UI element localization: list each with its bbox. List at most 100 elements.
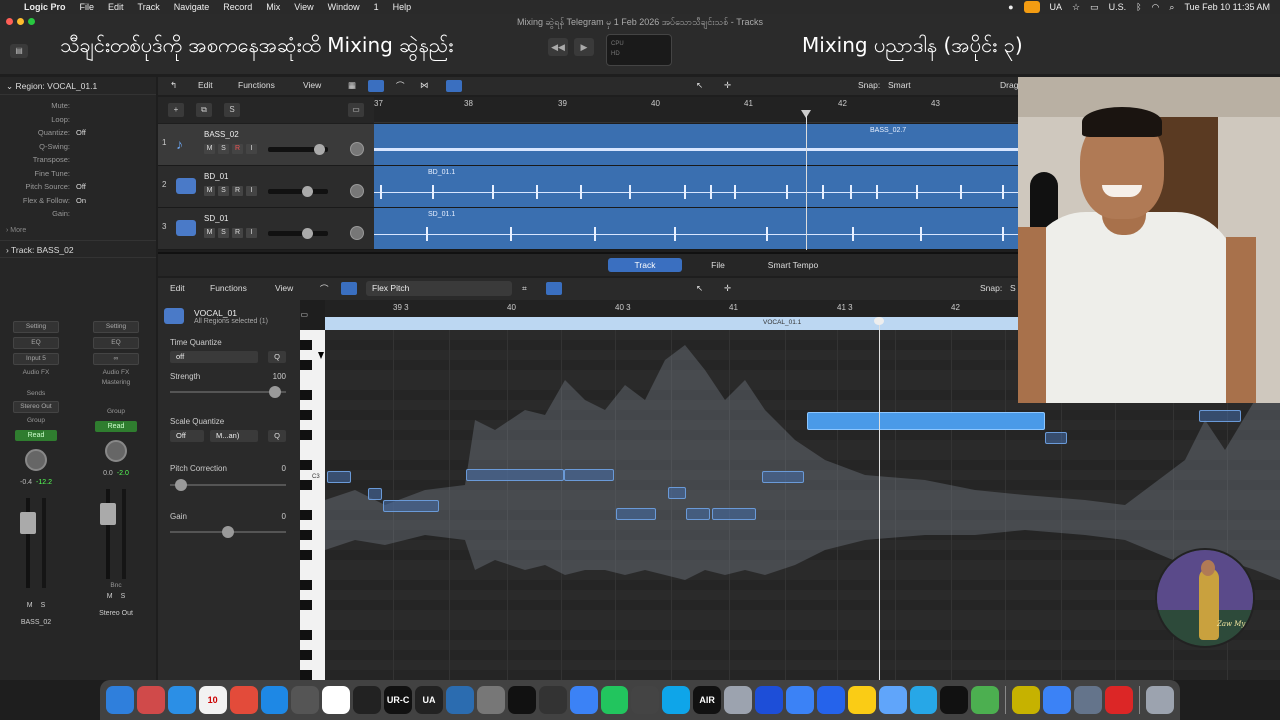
track-header-bass[interactable]: 1 ♪ BASS_02 M S R I (158, 124, 374, 166)
piano-black-key[interactable] (300, 390, 312, 400)
snap-dropdown[interactable]: Smart (888, 80, 911, 90)
pitch-note[interactable] (762, 471, 804, 483)
piano-black-key[interactable] (300, 580, 312, 590)
dock-ua-icon[interactable]: UA (415, 686, 443, 714)
param-flex-follow[interactable]: Flex & Follow: On (0, 194, 156, 208)
ua-menu[interactable]: UA (1050, 2, 1063, 12)
editor-ruler[interactable]: 39 3 40 40 3 41 41 3 42 (325, 300, 1018, 317)
piano-black-key[interactable] (300, 460, 312, 470)
setting-button[interactable]: Setting (13, 321, 59, 333)
editor-playhead-marker[interactable] (874, 317, 884, 325)
region-bd[interactable]: BD_01.1 (374, 166, 1018, 208)
param-quantize[interactable]: Quantize: Off (0, 126, 156, 140)
track-inspector-header[interactable]: › Track: BASS_02 (0, 239, 156, 258)
scale-quantize-off-dropdown[interactable]: Off (170, 430, 204, 442)
dock-chrome-icon[interactable] (229, 686, 258, 714)
piano-keyboard[interactable]: C3 (300, 330, 325, 680)
bluetooth-icon[interactable]: ᛒ (1136, 2, 1141, 12)
editor-playhead[interactable] (879, 317, 880, 680)
input-monitor-button[interactable]: I (246, 186, 257, 196)
menu-record[interactable]: Record (223, 2, 252, 12)
time-quantize-q-button[interactable]: Q (268, 351, 286, 363)
dock-disk-icon[interactable] (724, 686, 753, 714)
bounce-button[interactable]: Bnc (86, 582, 146, 589)
dock-calculator-icon[interactable] (291, 686, 320, 714)
global-tracks-icon[interactable]: ▭ (348, 103, 364, 117)
more-disclosure[interactable]: › More (0, 227, 156, 234)
param-loop[interactable]: Loop: (0, 113, 156, 127)
volume-fader[interactable] (96, 489, 136, 579)
solo-button[interactable]: S (121, 593, 126, 600)
dock-cloud-icon[interactable] (600, 686, 629, 714)
track-header-sd[interactable]: 3 SD_01 M S R I (158, 208, 374, 250)
strength-slider-knob[interactable] (268, 386, 281, 398)
pan-knob[interactable] (25, 449, 47, 471)
volume-knob[interactable] (302, 228, 313, 239)
record-dot-icon[interactable]: ● (1008, 2, 1013, 12)
region-bass[interactable]: BASS_02.7 (374, 124, 1018, 166)
param-q-swing[interactable]: Q-Swing: (0, 140, 156, 154)
pitch-correction-slider[interactable] (170, 479, 286, 491)
pitch-note[interactable] (383, 500, 439, 512)
menu-app-name[interactable]: Logic Pro (24, 2, 66, 12)
mastering-label[interactable]: Mastering (86, 379, 146, 386)
menu-mix[interactable]: Mix (266, 2, 280, 12)
dock-app-store-icon[interactable] (260, 686, 289, 714)
functions-menu[interactable]: Functions (210, 283, 247, 293)
pan-knob[interactable] (350, 184, 364, 198)
fader-cap[interactable] (20, 512, 36, 534)
dock-messenger-icon[interactable] (569, 686, 598, 714)
volume-fader[interactable] (16, 498, 56, 588)
dock-winamp-icon[interactable] (1012, 686, 1041, 714)
play-icon[interactable]: ▶ (574, 38, 594, 56)
dock-ur-c-icon[interactable]: UR-C (384, 686, 413, 714)
region-sd[interactable]: SD_01.1 (374, 208, 1018, 250)
pointer-tool-icon[interactable]: ↖ (696, 80, 703, 91)
mute-button[interactable]: M (204, 186, 215, 196)
mute-button[interactable]: M (204, 228, 215, 238)
mute-button[interactable]: M (27, 602, 33, 609)
strength-slider[interactable] (170, 386, 286, 398)
menu-help[interactable]: Help (393, 2, 412, 12)
dock-midi-icon[interactable] (940, 686, 969, 714)
playhead[interactable] (806, 115, 807, 250)
param-gain[interactable]: Gain: (0, 207, 156, 221)
dock-utorrent-icon[interactable] (971, 686, 1000, 714)
mute-button[interactable]: M (204, 144, 215, 154)
volume-knob[interactable] (302, 186, 313, 197)
dock-launchpad-icon[interactable] (136, 686, 165, 714)
duplicate-track-button[interactable]: ⧉ (196, 103, 212, 117)
setting-button[interactable]: Setting (93, 321, 139, 333)
menu-navigate[interactable]: Navigate (174, 2, 210, 12)
tab-smart-tempo[interactable]: Smart Tempo (758, 258, 828, 272)
piano-black-key[interactable] (300, 430, 312, 440)
catch-icon[interactable] (546, 282, 562, 295)
audio-fx-label[interactable]: Audio FX (6, 369, 66, 376)
search-icon[interactable]: ⌕ (1169, 2, 1174, 13)
pitch-note[interactable] (327, 471, 351, 483)
midi-in-icon[interactable]: ⌗ (522, 283, 527, 294)
gain-slider-knob[interactable] (222, 526, 234, 538)
input-monitor-button[interactable]: I (246, 144, 257, 154)
dock-safari-2-icon[interactable] (785, 686, 814, 714)
rewind-icon[interactable]: ◀◀ (548, 38, 568, 56)
dock-air-icon[interactable]: AIR (693, 686, 722, 714)
pan-knob[interactable] (350, 226, 364, 240)
tab-file[interactable]: File (698, 258, 738, 272)
timeline-ruler[interactable]: 37 38 39 40 41 42 43 (374, 97, 1018, 123)
keyboard-input[interactable]: U.S. (1109, 2, 1127, 12)
pitch-note[interactable] (686, 508, 710, 520)
dock-zoom-app-icon[interactable] (445, 686, 474, 714)
piano-black-key[interactable] (300, 550, 312, 560)
dock-x-app-icon[interactable] (662, 686, 691, 714)
dock-preview-icon[interactable] (1074, 686, 1102, 714)
link-icon[interactable]: ▭ (300, 310, 308, 319)
audio-fx-label[interactable]: Audio FX (86, 369, 146, 376)
param-pitch-source[interactable]: Pitch Source: Off (0, 180, 156, 194)
pitch-note[interactable] (368, 488, 382, 500)
piano-black-key[interactable] (300, 530, 312, 540)
flex-icon[interactable]: ⋈ (420, 80, 429, 91)
editor-region-bar[interactable]: VOCAL_01.1 (325, 317, 1018, 330)
automation-icon[interactable]: ⌒ (320, 283, 329, 295)
dock-settings-icon[interactable] (476, 686, 505, 714)
